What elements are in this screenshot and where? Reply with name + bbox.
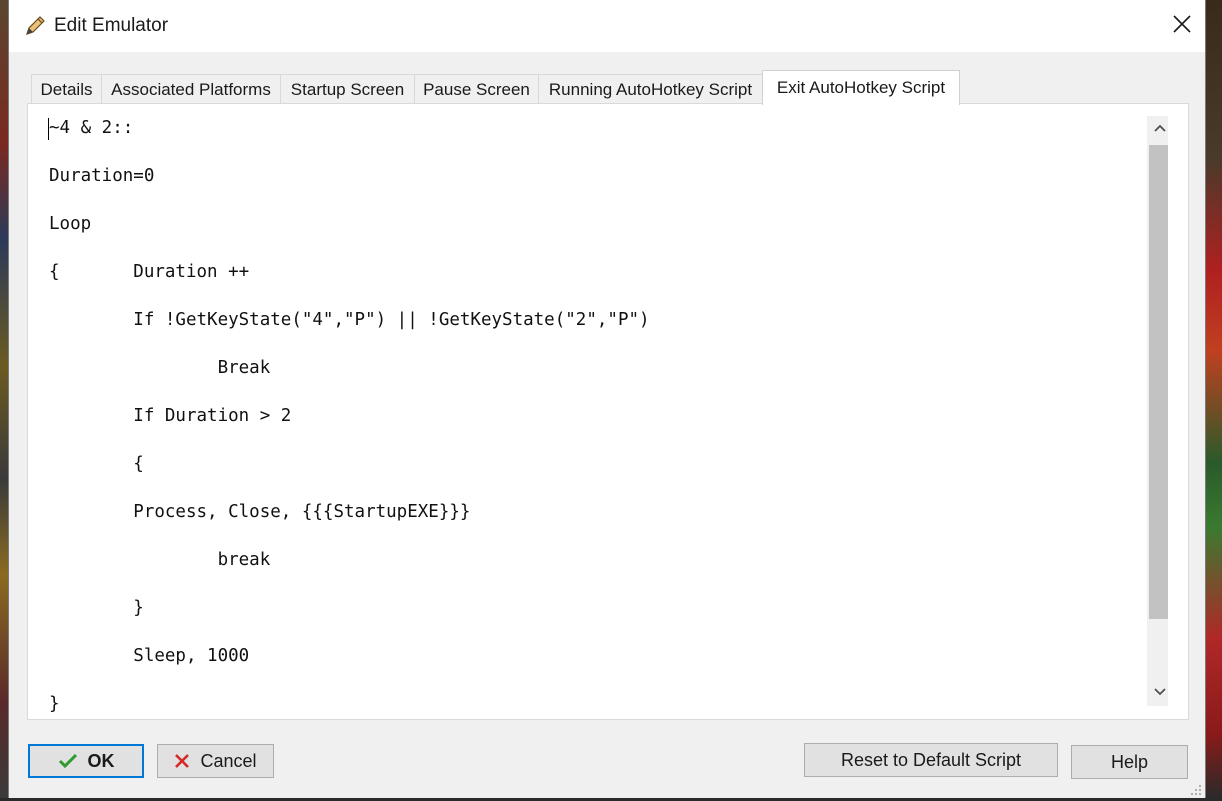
title-bar: Edit Emulator bbox=[9, 0, 1205, 52]
scroll-down-button[interactable] bbox=[1147, 680, 1168, 706]
checkmark-icon bbox=[58, 753, 78, 769]
help-button[interactable]: Help bbox=[1071, 745, 1188, 779]
code-line: Sleep, 1000 bbox=[49, 646, 250, 666]
pencil-icon bbox=[23, 14, 47, 38]
vertical-scrollbar[interactable] bbox=[1147, 116, 1168, 706]
cancel-button[interactable]: Cancel bbox=[157, 744, 274, 778]
scrollbar-thumb[interactable] bbox=[1149, 145, 1168, 619]
code-line: { bbox=[49, 454, 144, 474]
code-line: Process, Close, {{{StartupEXE}}} bbox=[49, 502, 471, 522]
code-line: } bbox=[49, 598, 144, 618]
background-right bbox=[1206, 0, 1222, 798]
code-line: If Duration > 2 bbox=[49, 406, 292, 426]
code-line: Duration=0 bbox=[49, 166, 155, 186]
ok-label: OK bbox=[87, 750, 115, 771]
code-line: Loop bbox=[49, 214, 92, 234]
tab-pause-screen[interactable]: Pause Screen bbox=[414, 74, 539, 104]
close-icon bbox=[1172, 14, 1192, 39]
scroll-up-button[interactable] bbox=[1147, 116, 1168, 142]
resize-grip-icon[interactable] bbox=[1190, 783, 1202, 795]
ok-button[interactable]: OK bbox=[28, 744, 144, 778]
tab-exit-autohotkey-script[interactable]: Exit AutoHotkey Script bbox=[762, 70, 960, 105]
window-title: Edit Emulator bbox=[54, 15, 169, 36]
edit-emulator-dialog: Edit Emulator Details Associated Platfor… bbox=[8, 0, 1206, 798]
chevron-down-icon bbox=[1153, 684, 1167, 702]
close-button[interactable] bbox=[1159, 0, 1205, 52]
tab-running-autohotkey-script[interactable]: Running AutoHotkey Script bbox=[538, 74, 763, 104]
script-editor[interactable]: ~4 & 2:: Duration=0 Loop { Duration ++ I… bbox=[28, 104, 1168, 719]
background-left bbox=[0, 0, 8, 798]
code-line: If !GetKeyState("4","P") || !GetKeyState… bbox=[49, 310, 650, 330]
code-line: } bbox=[49, 694, 60, 714]
cancel-label: Cancel bbox=[200, 750, 257, 771]
reset-to-default-script-button[interactable]: Reset to Default Script bbox=[804, 743, 1058, 777]
tab-associated-platforms[interactable]: Associated Platforms bbox=[101, 74, 281, 104]
x-icon bbox=[174, 753, 190, 769]
code-line: Break bbox=[49, 358, 271, 378]
tab-details[interactable]: Details bbox=[31, 74, 102, 104]
tab-panel: ~4 & 2:: Duration=0 Loop { Duration ++ I… bbox=[27, 103, 1189, 720]
code-line: { Duration ++ bbox=[49, 262, 250, 282]
code-line: break bbox=[49, 550, 271, 570]
tab-startup-screen[interactable]: Startup Screen bbox=[280, 74, 415, 104]
chevron-up-icon bbox=[1153, 120, 1167, 138]
code-line: ~4 & 2:: bbox=[49, 118, 134, 138]
